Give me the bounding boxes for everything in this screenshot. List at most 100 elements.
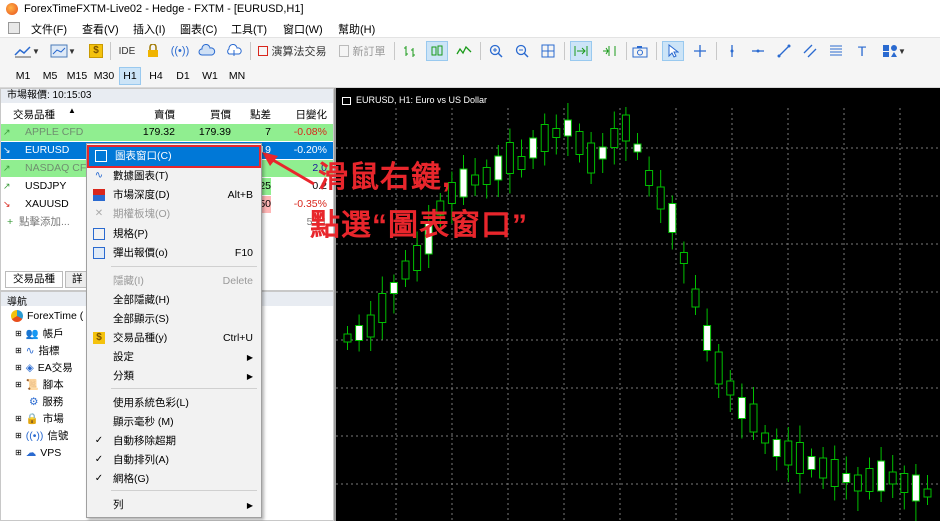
scripts-icon: 📜 — [25, 379, 39, 391]
context-menu-label: 設定 — [113, 351, 134, 363]
signals-button[interactable]: ((•)) — [170, 41, 190, 61]
menu-charts[interactable]: 圖表(C) — [180, 21, 217, 37]
lock-button[interactable] — [144, 41, 162, 61]
context-menu-item[interactable]: 規格(P) — [87, 225, 261, 244]
candle-body — [366, 314, 375, 338]
context-menu-item[interactable]: 隱藏(I) Delete — [87, 272, 261, 291]
navigator-indicators[interactable]: ⊞ ∿ 指標 — [15, 343, 60, 359]
navigator-market[interactable]: ⊞ 🔒 市場 — [15, 411, 64, 427]
cursor-button[interactable] — [662, 41, 684, 61]
change-value: -0.08% — [293, 126, 327, 138]
navigator-root[interactable]: ForexTime ( — [11, 308, 83, 324]
ide-button[interactable]: IDE — [116, 41, 138, 61]
timeframe-h4[interactable]: H4 — [145, 67, 167, 85]
profiles-button[interactable]: ▼ — [48, 41, 78, 61]
menu-file[interactable]: 文件(F) — [31, 21, 67, 37]
market-watch-tab-symbols[interactable]: 交易品種 — [5, 271, 63, 288]
context-menu-item[interactable]: 市場深度(D) Alt+B — [87, 186, 261, 205]
menu-view[interactable]: 查看(V) — [82, 21, 119, 37]
crosshair-button[interactable] — [690, 41, 710, 61]
timeframe-m1[interactable]: M1 — [12, 67, 34, 85]
context-menu-item[interactable]: ✓ 自動移除超期 — [87, 432, 261, 451]
context-menu-item[interactable]: 設定 ▶ — [87, 348, 261, 367]
zoom-out-button[interactable] — [512, 41, 532, 61]
bar-chart-button[interactable] — [400, 41, 420, 61]
context-menu-item[interactable]: 彈出報價(o) F10 — [87, 244, 261, 263]
tile-windows-button[interactable] — [538, 41, 558, 61]
col-ask[interactable]: 買價 — [179, 107, 231, 122]
menu-window[interactable]: 窗口(W) — [283, 21, 323, 37]
col-change[interactable]: 日變化 — [275, 107, 328, 122]
submenu-arrow-icon: ▶ — [246, 353, 253, 362]
candle-body — [645, 170, 654, 186]
timeframe-bar: M1 M5 M15 M30 H1 H4 D1 W1 MN — [0, 64, 940, 88]
context-menu-item[interactable]: ✕ 期權板塊(O) — [87, 205, 261, 224]
timeframe-w1[interactable]: W1 — [199, 67, 221, 85]
candle-body — [888, 471, 897, 485]
context-menu-item[interactable]: ✓ 自動排列(A) — [87, 451, 261, 470]
menu-tools[interactable]: 工具(T) — [231, 21, 267, 37]
context-menu-item[interactable]: 顯示毫秒 (M) — [87, 413, 261, 432]
context-menu-item[interactable]: 圖表窗口(C) — [87, 145, 261, 168]
trendline-button[interactable] — [774, 41, 794, 61]
navigator-experts[interactable]: ⊞ ◈ EA交易 — [15, 360, 73, 376]
context-menu-item[interactable]: $ 交易品種(y) Ctrl+U — [87, 329, 261, 348]
candle-body — [598, 146, 607, 160]
quote-row-apple[interactable]: ↗ APPLE CFD 179.32 179.39 7 -0.08% — [1, 124, 333, 141]
candle-body — [459, 168, 468, 198]
submenu-arrow-icon: ▶ — [246, 501, 253, 510]
timeframe-h1[interactable]: H1 — [119, 67, 141, 85]
menu-insert[interactable]: 插入(I) — [133, 21, 165, 37]
candles-button[interactable] — [426, 41, 448, 61]
menu-help[interactable]: 幫助(H) — [338, 21, 375, 37]
screenshot-button[interactable] — [630, 41, 650, 61]
context-menu-item[interactable]: ∿ 數據圖表(T) — [87, 167, 261, 186]
text-button[interactable]: T — [852, 41, 872, 61]
shortcut-label: Delete — [222, 275, 253, 287]
col-symbol[interactable]: 交易品種 — [13, 107, 55, 122]
app-menu-icon[interactable] — [8, 22, 20, 34]
chart-shift-button[interactable] — [598, 41, 620, 61]
channel-button[interactable] — [800, 41, 820, 61]
timeframe-d1[interactable]: D1 — [172, 67, 194, 85]
navigator-scripts[interactable]: ⊞ 📜 腳本 — [15, 377, 64, 393]
fibonacci-button[interactable] — [826, 41, 846, 61]
context-menu-label: 交易品種(y) — [113, 332, 168, 344]
navigator-accounts[interactable]: ⊞ 👥 帳戶 — [15, 326, 64, 342]
col-spread[interactable]: 點差 — [233, 107, 271, 122]
new-chart-button[interactable]: ▼ — [12, 41, 42, 61]
timeframe-m30[interactable]: M30 — [92, 67, 116, 85]
cloud-upload-button[interactable] — [224, 41, 244, 61]
vertical-line-button[interactable] — [722, 41, 742, 61]
zoom-in-icon — [489, 44, 503, 58]
navigator-signals[interactable]: ⊞ ((•)) 信號 — [15, 428, 68, 444]
context-menu-item[interactable]: 分類 ▶ — [87, 367, 261, 386]
auto-scroll-button[interactable] — [570, 41, 592, 61]
shapes-button[interactable]: ▼ — [878, 41, 910, 61]
new-order-button[interactable]: 新訂單 — [336, 41, 388, 61]
algo-trading-button[interactable]: 演算法交易 — [256, 41, 328, 61]
timeframe-mn[interactable]: MN — [226, 67, 248, 85]
candle-body — [714, 351, 723, 385]
title-bar: ForexTimeFXTM-Live02 - Hedge - FXTM - [E… — [0, 0, 940, 18]
context-menu-item[interactable]: ✓ 網格(G) — [87, 470, 261, 489]
fibonacci-icon — [830, 45, 842, 56]
context-menu-item[interactable]: 列 ▶ — [87, 496, 261, 515]
vps-button[interactable] — [196, 41, 218, 61]
line-chart-button[interactable] — [454, 41, 474, 61]
horizontal-line-button[interactable] — [748, 41, 768, 61]
candle-body — [401, 260, 410, 280]
timeframe-m5[interactable]: M5 — [39, 67, 61, 85]
navigator-vps[interactable]: ⊞ ☁ VPS — [15, 445, 61, 461]
zoom-in-button[interactable] — [486, 41, 506, 61]
candle-body — [691, 288, 700, 308]
ask-value: 179.39 — [198, 126, 231, 138]
context-menu-item[interactable]: 全部顯示(S) — [87, 310, 261, 329]
navigator-services[interactable]: ⚙ 服務 — [29, 394, 63, 410]
col-bid[interactable]: 賣價 — [123, 107, 175, 122]
cursor-icon — [668, 44, 679, 58]
context-menu-item[interactable]: 使用系統色彩(L) — [87, 394, 261, 413]
timeframe-m15[interactable]: M15 — [65, 67, 89, 85]
context-menu-item[interactable]: 全部隱藏(H) — [87, 291, 261, 310]
market-button[interactable]: $ — [87, 41, 105, 61]
